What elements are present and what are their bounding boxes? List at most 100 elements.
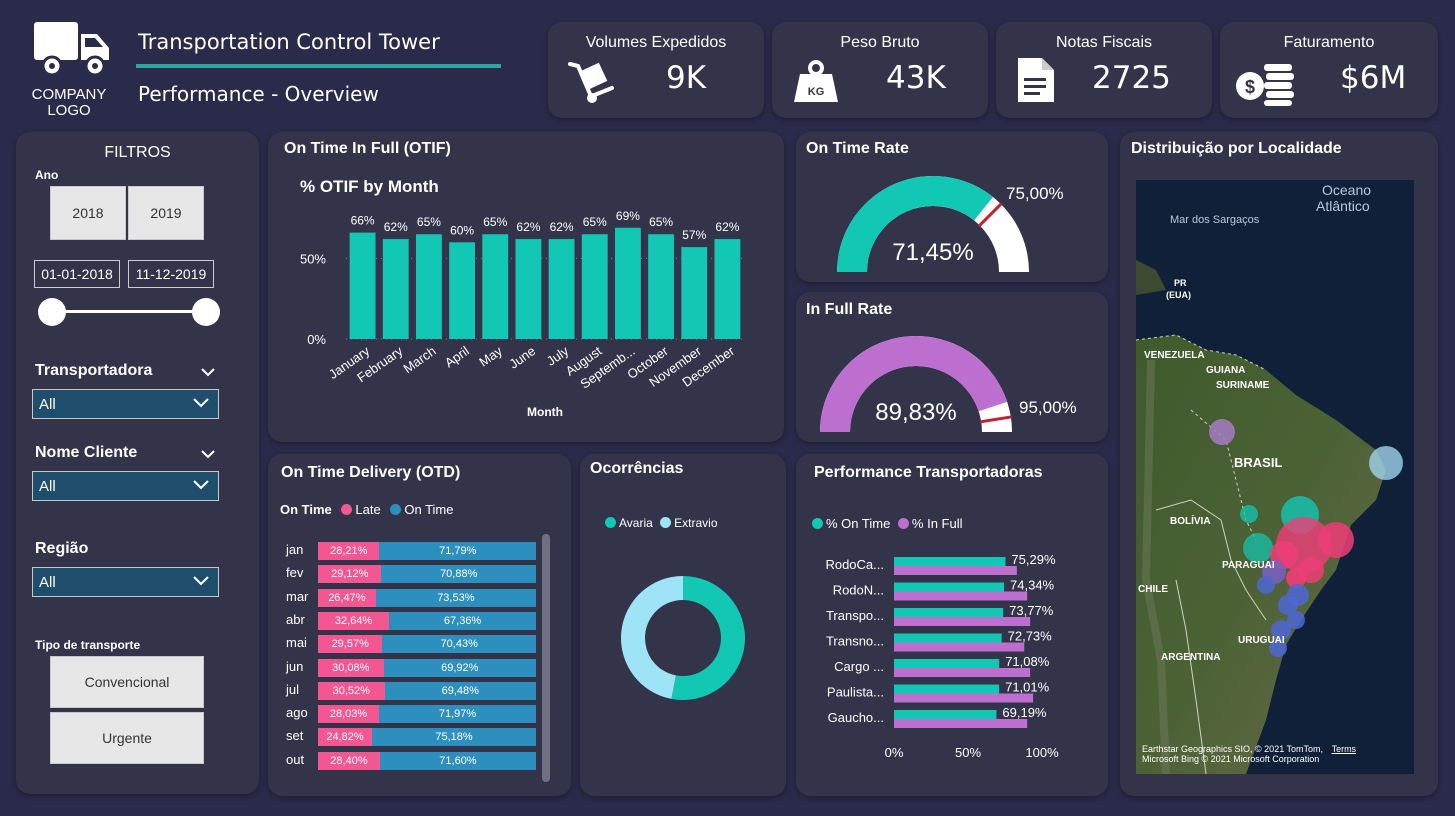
date-slider-handle-end[interactable] xyxy=(192,298,220,326)
kpi-peso-card: Peso Bruto KG 43K xyxy=(772,22,988,118)
perf-infull-bar xyxy=(894,693,1034,703)
document-icon xyxy=(1018,58,1054,102)
otd-ontime-segment: 69,92% xyxy=(383,658,536,677)
map-label-ocean-2: Atlântico xyxy=(1316,198,1370,214)
on-time-rate-card: On Time Rate 71,45% 75,00% xyxy=(796,132,1108,282)
perf-ontime-bar xyxy=(894,710,997,719)
perf-ontime-bar xyxy=(894,659,1000,668)
map-label-chile: CHILE xyxy=(1138,584,1168,595)
perf-infull-bar xyxy=(894,642,1025,652)
on-time-gauge: 71,45% 75,00% xyxy=(837,176,1064,272)
otd-late-segment: 30,52% xyxy=(318,681,385,700)
transportadora-dropdown[interactable]: All xyxy=(32,389,219,419)
legend-late: Late xyxy=(355,502,381,517)
chevron-down-icon[interactable] xyxy=(200,449,216,459)
gauge-value-text: 89,83% xyxy=(875,399,956,426)
perf-x-tick-label: 0% xyxy=(885,745,904,760)
filters-title: FILTROS xyxy=(104,144,171,161)
regiao-dropdown[interactable]: All xyxy=(32,567,219,597)
year-2019-button[interactable]: 2019 xyxy=(128,186,204,240)
otif-bar xyxy=(614,227,641,339)
perf-ontime-bar xyxy=(894,633,1002,643)
otif-bar xyxy=(515,239,542,339)
legend-title: On Time xyxy=(280,502,332,517)
weight-icon-text: KG xyxy=(808,86,825,98)
perf-infull-bar xyxy=(894,668,1031,677)
regiao-label: Região xyxy=(35,540,89,557)
otd-row: mai 29,57% 70,43% xyxy=(278,635,548,654)
otif-value-label: 65% xyxy=(483,215,507,229)
performance-card: Performance Transportadoras % On Time % … xyxy=(796,454,1108,796)
otd-ontime-segment: 69,48% xyxy=(384,681,536,700)
year-2018-button[interactable]: 2018 xyxy=(50,186,126,240)
kpi-value: $6M xyxy=(1340,60,1407,96)
perf-category-label: Gaucho... xyxy=(828,710,884,725)
map-label-ocean: Oceano xyxy=(1322,182,1372,198)
donut-slice-extravio xyxy=(621,576,683,699)
truck-icon xyxy=(34,22,109,77)
perf-ontime-bar xyxy=(894,582,1005,592)
otd-late-segment: 30,08% xyxy=(318,658,384,677)
in-full-rate-card: In Full Rate 89,83% 95,00% xyxy=(796,292,1108,442)
chevron-down-icon xyxy=(193,398,209,408)
date-slider-handle-start[interactable] xyxy=(38,298,66,326)
perf-ontime-bar xyxy=(894,608,1004,617)
chevron-down-icon xyxy=(193,480,209,490)
otd-row: ago 28,03% 71,97% xyxy=(278,705,548,724)
terms-link[interactable]: Terms xyxy=(1332,744,1357,754)
otif-value-label: 69% xyxy=(616,209,640,223)
page-title: Transportation Control Tower xyxy=(138,30,440,54)
otif-value-label: 66% xyxy=(351,214,375,228)
attribution-text: Earthstar Geographics SIO, © 2021 TomTom… xyxy=(1142,744,1324,754)
otd-row: jul 30,52% 69,48% xyxy=(278,681,548,700)
date-slider-track[interactable] xyxy=(52,310,206,313)
nome-cliente-dropdown[interactable]: All xyxy=(32,471,219,501)
tipo-transporte-label: Tipo de transporte xyxy=(35,638,141,652)
convencional-button[interactable]: Convencional xyxy=(50,656,204,708)
company-logo: COMPANY LOGO xyxy=(28,18,112,119)
perf-x-tick-label: 50% xyxy=(955,745,981,760)
otd-ontime-segment: 70,43% xyxy=(382,635,536,654)
perf-category-label: Paulista... xyxy=(827,685,884,700)
map-label-pr-2: (EUA) xyxy=(1166,290,1191,300)
perf-category-label: RodoN... xyxy=(833,583,884,598)
dropdown-value: All xyxy=(39,573,56,591)
otif-bar xyxy=(482,234,509,339)
gauge-target-label: 95,00% xyxy=(1019,398,1077,417)
otd-legend: On Time Late On Time xyxy=(280,502,453,517)
date-end-input[interactable]: 11-12-2019 xyxy=(128,260,214,288)
map-label-uruguai: URUGUAI xyxy=(1238,635,1285,646)
otd-scrollbar[interactable] xyxy=(542,534,550,782)
otif-bar xyxy=(714,239,741,339)
map-view[interactable]: Oceano Atlântico Mar dos Sargaços PR (EU… xyxy=(1136,180,1414,774)
otd-row: out 28,40% 71,60% xyxy=(278,751,548,770)
perf-ontime-bar xyxy=(894,684,1000,694)
perf-infull-bar xyxy=(894,617,1031,626)
otif-bar xyxy=(548,239,575,339)
otd-chart: jan 28,21% 71,79% fev 29,12% 70,88% mar 26,47% 7… xyxy=(278,542,548,782)
map-label-pr: PR xyxy=(1174,278,1187,288)
otd-ontime-segment: 73,53% xyxy=(375,588,536,607)
perf-infull-bar xyxy=(894,591,1028,601)
weight-icon: KG xyxy=(794,60,838,102)
otd-row: jun 30,08% 69,92% xyxy=(278,658,548,677)
otd-ontime-segment: 71,79% xyxy=(379,542,536,560)
perf-category-label: Transpo... xyxy=(826,608,884,623)
perf-infull-bar xyxy=(894,719,1028,728)
otd-late-segment: 26,47% xyxy=(318,588,376,607)
otif-value-label: 62% xyxy=(715,220,739,234)
chevron-down-icon[interactable] xyxy=(200,367,216,377)
otd-row: mar 26,47% 73,53% xyxy=(278,588,548,607)
ocorrencias-card: Ocorrências Avaria Extravio xyxy=(580,454,786,796)
otif-value-label: 62% xyxy=(516,220,540,234)
map-label-argentina: ARGENTINA xyxy=(1161,652,1221,663)
perf-infull-bar xyxy=(894,566,1017,575)
otif-x-tick-label: June xyxy=(506,343,538,371)
otif-card: On Time In Full (OTIF) % OTIF by Month 0… xyxy=(268,132,784,442)
date-start-input[interactable]: 01-01-2018 xyxy=(34,260,120,288)
otif-bar xyxy=(349,232,376,339)
urgente-button[interactable]: Urgente xyxy=(50,712,204,764)
otd-ontime-segment: 67,36% xyxy=(389,611,536,630)
legend-dot-late xyxy=(341,504,353,515)
filters-panel: FILTROS Ano 2018 2019 01-01-2018 11-12-2… xyxy=(16,132,259,794)
